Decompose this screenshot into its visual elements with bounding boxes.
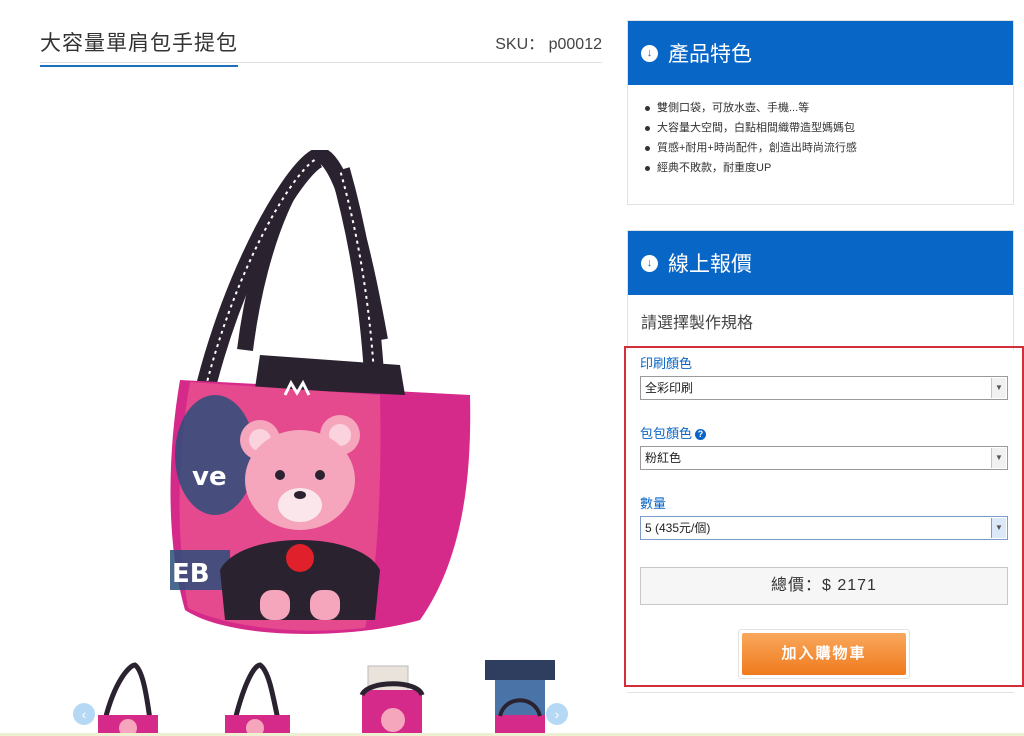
feature-item: 雙側口袋，可放水壺、手機...等 (643, 98, 1013, 118)
chevron-down-icon: ▼ (991, 448, 1006, 468)
quote-panel: ↓ 線上報價 請選擇製作規格 (627, 230, 1014, 350)
bag-color-select[interactable]: 粉紅色 ▼ (640, 446, 1008, 470)
thumbnail-4[interactable] (475, 660, 565, 736)
quote-header[interactable]: ↓ 線上報價 (628, 231, 1013, 295)
add-to-cart-button[interactable]: 加入購物車 (738, 629, 910, 679)
order-options-box: 印刷顏色 全彩印刷 ▼ 包包顏色? 粉紅色 ▼ 數量 5 (435元/個) ▼ … (624, 346, 1024, 687)
svg-text:ve: ve (192, 462, 227, 492)
svg-text:EB: EB (172, 559, 210, 589)
product-title-bar: 大容量單肩包手提包 SKU： p00012 (40, 22, 602, 67)
quantity-label: 數量 (640, 496, 667, 511)
quantity-value: 5 (435元/個) (645, 521, 711, 535)
thumb-next-button[interactable]: › (546, 703, 568, 725)
bag-color-label: 包包顏色? (640, 423, 707, 442)
feature-item: 經典不敗款，耐重度UP (643, 158, 1013, 178)
arrow-circle-down-icon: ↓ (641, 254, 658, 272)
add-to-cart-label: 加入購物車 (742, 633, 906, 675)
bag-color-value: 粉紅色 (645, 451, 682, 465)
bag-color-label-text: 包包顏色 (640, 426, 693, 441)
chevron-down-icon: ▼ (991, 518, 1006, 538)
feature-item: 大容量大空間，白點相間織帶造型媽媽包 (643, 118, 1013, 138)
arrow-circle-down-icon: ↓ (641, 44, 658, 62)
total-price: 總價：$ 2171 (640, 567, 1008, 605)
thumbnail-1[interactable] (80, 660, 170, 736)
divider (627, 692, 1014, 693)
features-heading: 產品特色 (668, 43, 752, 66)
sku-label: SKU： p00012 (495, 36, 602, 53)
chevron-down-icon: ▼ (991, 378, 1006, 398)
spec-heading: 請選擇製作規格 (641, 315, 754, 332)
features-panel: ↓ 產品特色 雙側口袋，可放水壺、手機...等 大容量大空間，白點相間織帶造型媽… (627, 20, 1014, 205)
thumbnail-3[interactable] (348, 660, 438, 736)
thumbnail-2[interactable] (210, 660, 300, 736)
thumbnail-strip (70, 660, 570, 736)
product-title: 大容量單肩包手提包 (40, 27, 238, 67)
features-header[interactable]: ↓ 產品特色 (628, 21, 1013, 85)
question-circle-icon[interactable]: ? (695, 429, 707, 440)
print-color-select[interactable]: 全彩印刷 ▼ (640, 376, 1008, 400)
quantity-select[interactable]: 5 (435元/個) ▼ (640, 516, 1008, 540)
features-list: 雙側口袋，可放水壺、手機...等 大容量大空間，白點相間織帶造型媽媽包 質感+耐… (628, 85, 1013, 178)
print-color-value: 全彩印刷 (645, 381, 694, 395)
print-color-label: 印刷顏色 (640, 356, 693, 371)
feature-item: 質感+耐用+時尚配件，創造出時尚流行感 (643, 138, 1013, 158)
quote-heading: 線上報價 (668, 253, 752, 276)
product-main-image[interactable]: ve EB (150, 150, 480, 645)
